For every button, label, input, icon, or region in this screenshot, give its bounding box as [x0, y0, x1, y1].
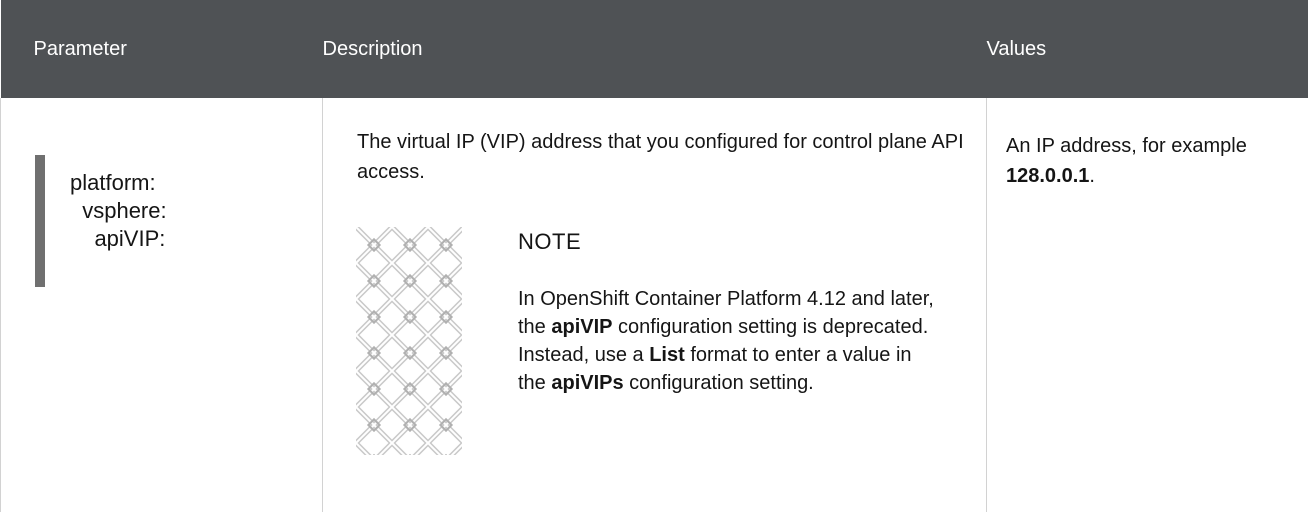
note-title: NOTE — [518, 229, 582, 254]
values-example: 128.0.0.1 — [1006, 165, 1090, 187]
parameter-cell: platform: vsphere: apiVIP: — [0, 98, 323, 512]
note-body: In OpenShift Container Platform 4.12 and… — [518, 285, 938, 397]
header-description: Description — [322, 0, 987, 98]
values-cell: An IP address, for example 128.0.0.1. — [986, 98, 1308, 512]
values-suffix: . — [1089, 165, 1095, 187]
note-admonition: NOTE In OpenShift Container Platform 4.1… — [324, 215, 985, 455]
code-block-bar — [35, 155, 45, 287]
note-code-apivips: apiVIPs — [551, 372, 624, 394]
values-text: An IP address, for example 128.0.0.1. — [988, 99, 1307, 191]
note-code-list: List — [649, 344, 685, 366]
note-code-apivip: apiVIP — [551, 316, 613, 338]
description-cell: The virtual IP (VIP) address that you co… — [322, 98, 987, 512]
values-prefix: An IP address, for example — [1006, 135, 1247, 157]
header-values: Values — [986, 0, 1308, 98]
description-text: The virtual IP (VIP) address that you co… — [357, 131, 964, 183]
header-parameter: Parameter — [0, 0, 323, 98]
parameter-code: platform: vsphere: apiVIP: — [70, 170, 167, 251]
note-text-4: configuration setting. — [623, 372, 814, 394]
parameters-table: Parameter Description Values platform: v… — [0, 0, 1308, 512]
table-row: platform: vsphere: apiVIP: The virtual I… — [0, 98, 1308, 512]
note-pattern-icon — [356, 227, 462, 455]
table-header-row: Parameter Description Values — [0, 0, 1308, 98]
